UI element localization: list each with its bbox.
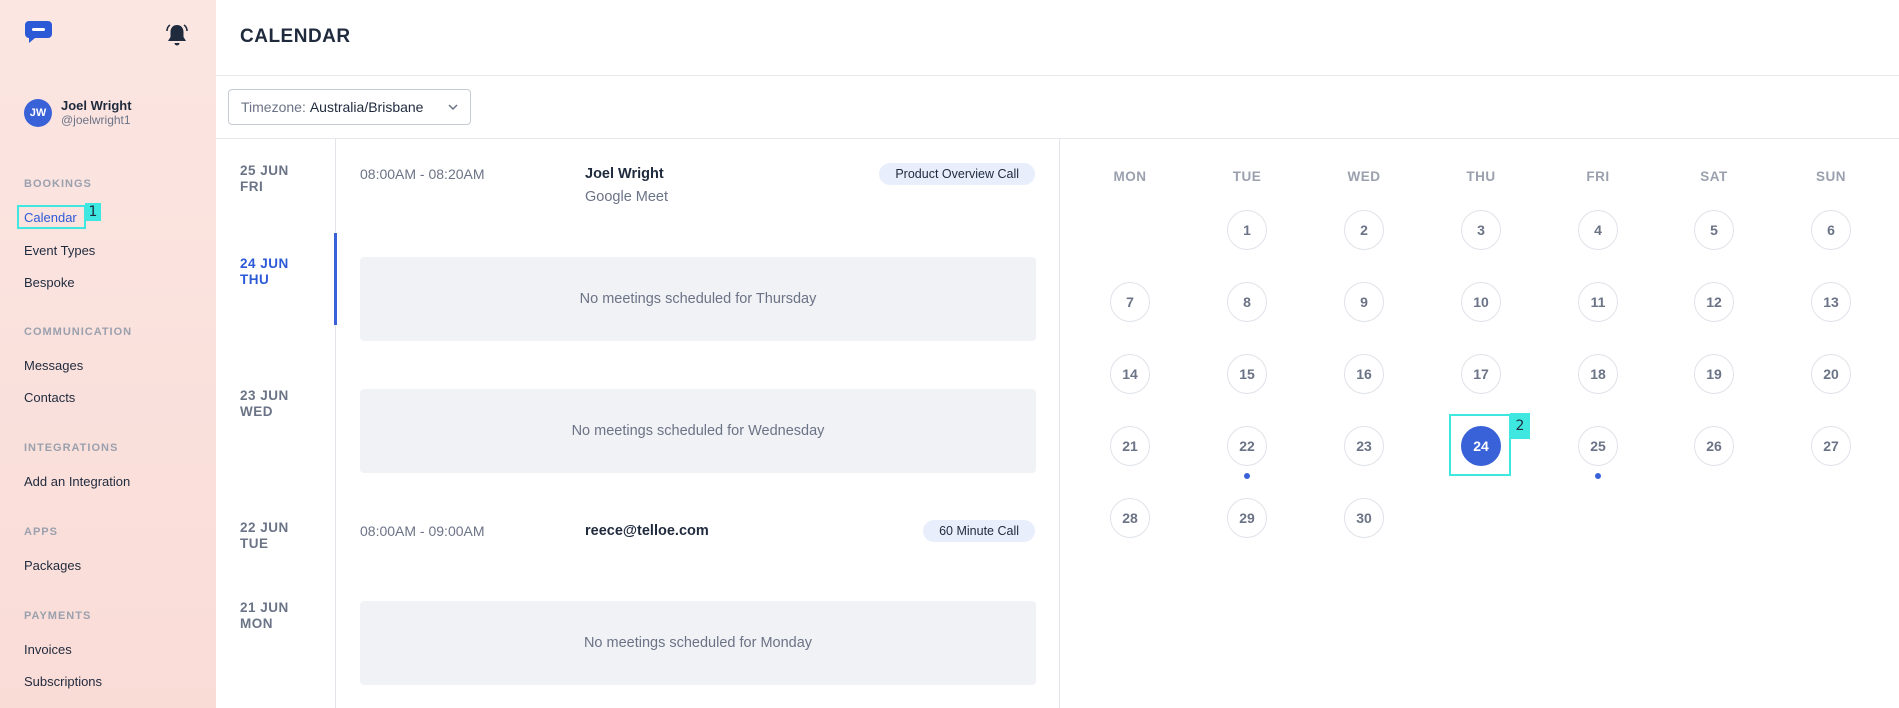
month-calendar: MON TUE WED THU FRI SAT SUN 1 2 3 4 5 6 7 8 9 10 11 12 13 14… (1061, 139, 1899, 708)
user-handle: @joelwright1 (61, 113, 131, 127)
event-attendee-name[interactable]: Joel Wright (585, 166, 664, 182)
calendar-day[interactable]: 29 (1227, 498, 1267, 538)
calendar-day[interactable]: 12 (1694, 282, 1734, 322)
timezone-label: Timezone: (241, 99, 306, 115)
calendar-day[interactable]: 5 (1694, 210, 1734, 250)
timezone-select[interactable]: Timezone: Australia/Brisbane (228, 89, 471, 125)
empty-day-monday: No meetings scheduled for Monday (360, 601, 1036, 685)
calendar-day[interactable]: 27 (1811, 426, 1851, 466)
calendar-day[interactable]: 23 (1344, 426, 1384, 466)
calendar-day[interactable]: 11 (1578, 282, 1618, 322)
calendar-day[interactable]: 16 (1344, 354, 1384, 394)
section-title-apps: APPS (24, 526, 58, 538)
date-day: 25 JUN (240, 163, 289, 178)
calendar-day[interactable]: 8 (1227, 282, 1267, 322)
weekday-header-sat: SAT (1700, 169, 1728, 184)
calendar-day[interactable]: 15 (1227, 354, 1267, 394)
calendar-day[interactable]: 24 (1461, 426, 1501, 466)
calendar-day[interactable]: 14 (1110, 354, 1150, 394)
calendar-day[interactable]: 20 (1811, 354, 1851, 394)
date-label-23[interactable]: 23 JUN WED (240, 388, 289, 420)
date-weekday: MON (240, 616, 273, 631)
weekday-header-fri: FRI (1586, 169, 1610, 184)
sidebar-top (0, 0, 216, 76)
toolbar: Timezone: Australia/Brisbane (216, 76, 1899, 139)
weekday-header-sun: SUN (1815, 169, 1846, 184)
date-label-24[interactable]: 24 JUN THU (240, 256, 289, 288)
event-location: Google Meet (585, 189, 669, 205)
sidebar-item-contacts[interactable]: Contacts (24, 390, 75, 405)
weekday-header-mon: MON (1113, 169, 1147, 184)
chat-bubble-logo-icon[interactable] (24, 20, 53, 44)
date-weekday: FRI (240, 179, 264, 194)
event-time: 08:00AM - 08:20AM (360, 166, 485, 182)
marker-label-1: 1 (85, 203, 101, 221)
sidebar-item-event-types[interactable]: Event Types (24, 243, 95, 258)
calendar-day[interactable]: 1 (1227, 210, 1267, 250)
date-day: 23 JUN (240, 388, 289, 403)
event-indicator-dot (1595, 473, 1601, 479)
calendar-day[interactable]: 7 (1110, 282, 1150, 322)
date-weekday: WED (240, 404, 273, 419)
date-day: 21 JUN (240, 600, 289, 615)
date-label-22[interactable]: 22 JUN TUE (240, 520, 289, 552)
sidebar-item-subscriptions[interactable]: Subscriptions (24, 674, 102, 689)
date-label-25[interactable]: 25 JUN FRI (240, 163, 289, 195)
section-title-integrations: INTEGRATIONS (24, 442, 119, 454)
page-header: CALENDAR (216, 0, 1899, 76)
event-type-badge[interactable]: 60 Minute Call (923, 520, 1035, 542)
section-title-payments: PAYMENTS (24, 610, 92, 622)
event-time: 08:00AM - 09:00AM (360, 523, 485, 539)
calendar-day[interactable]: 22 (1227, 426, 1267, 466)
calendar-day[interactable]: 26 (1694, 426, 1734, 466)
calendar-day[interactable]: 3 (1461, 210, 1501, 250)
weekday-header-thu: THU (1466, 169, 1496, 184)
calendar-day[interactable]: 18 (1578, 354, 1618, 394)
weekday-header-tue: TUE (1232, 169, 1262, 184)
section-title-communication: COMMUNICATION (24, 326, 133, 338)
calendar-day[interactable]: 17 (1461, 354, 1501, 394)
date-weekday: TUE (240, 536, 269, 551)
marker-label-2: 2 (1510, 413, 1530, 439)
date-column: 25 JUN FRI 24 JUN THU 23 JUN WED 22 JUN … (216, 139, 337, 708)
sidebar-item-invoices[interactable]: Invoices (24, 642, 72, 657)
sidebar-item-messages[interactable]: Messages (24, 358, 83, 373)
timezone-value: Australia/Brisbane (309, 99, 424, 115)
calendar-day[interactable]: 4 (1578, 210, 1618, 250)
calendar-day[interactable]: 30 (1344, 498, 1384, 538)
user-name: Joel Wright (61, 98, 132, 113)
user-profile[interactable]: JW Joel Wright @joelwright1 (24, 98, 132, 127)
calendar-day[interactable]: 9 (1344, 282, 1384, 322)
section-title-bookings: BOOKINGS (24, 178, 92, 190)
weekday-header-wed: WED (1347, 169, 1381, 184)
calendar-day[interactable]: 10 (1461, 282, 1501, 322)
calendar-day[interactable]: 25 (1578, 426, 1618, 466)
sidebar-item-bespoke[interactable]: Bespoke (24, 275, 75, 290)
empty-day-wednesday: No meetings scheduled for Wednesday (360, 389, 1036, 473)
calendar-day[interactable]: 6 (1811, 210, 1851, 250)
empty-day-thursday: No meetings scheduled for Thursday (360, 257, 1036, 341)
sidebar-item-calendar[interactable]: Calendar (24, 210, 77, 225)
avatar: JW (24, 98, 52, 127)
page-title: CALENDAR (240, 26, 351, 47)
bell-icon[interactable] (166, 23, 188, 47)
date-label-21[interactable]: 21 JUN MON (240, 600, 289, 632)
chevron-down-icon (448, 104, 458, 111)
calendar-day[interactable]: 13 (1811, 282, 1851, 322)
date-day: 24 JUN (240, 256, 289, 271)
calendar-day[interactable]: 28 (1110, 498, 1150, 538)
calendar-day[interactable]: 19 (1694, 354, 1734, 394)
calendar-day[interactable]: 21 (1110, 426, 1150, 466)
sidebar-item-packages[interactable]: Packages (24, 558, 81, 573)
event-indicator-dot (1244, 473, 1250, 479)
sidebar-item-add-integration[interactable]: Add an Integration (24, 474, 130, 489)
calendar-day[interactable]: 2 (1344, 210, 1384, 250)
sidebar: JW Joel Wright @joelwright1 BOOKINGS Cal… (0, 0, 216, 708)
meetings-list: 08:00AM - 08:20AM Joel Wright Google Mee… (336, 139, 1060, 708)
event-attendee-name[interactable]: reece@telloe.com (585, 523, 709, 539)
event-type-badge[interactable]: Product Overview Call (879, 163, 1035, 185)
date-weekday: THU (240, 272, 270, 287)
date-day: 22 JUN (240, 520, 289, 535)
